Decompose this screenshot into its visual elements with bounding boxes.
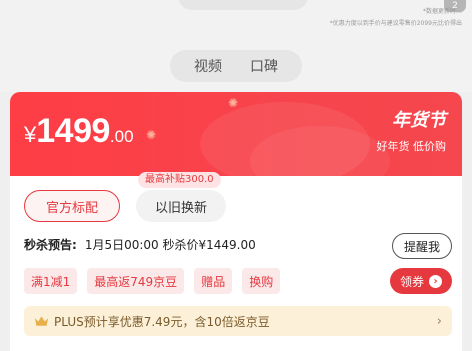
disclaimer-line-1: *数据更新时… xyxy=(422,8,462,15)
arrow-right-icon: › xyxy=(429,274,442,288)
official-config-chip[interactable]: 官方标配 xyxy=(24,190,120,222)
festival-subtitle: 好年货 低价购 xyxy=(376,140,447,153)
media-tabs: 视频 口碑 xyxy=(170,50,302,82)
product-price-card: ✺ ✺ ¥ 1499 .00 年货节 好年货 低价购 官方标配 以旧换新 最高补… xyxy=(10,92,462,351)
purchase-options: 官方标配 以旧换新 最高补贴300.0 秒杀预告: 1月5日00:00 秒杀价¥… xyxy=(10,172,462,351)
price-decimal: .00 xyxy=(109,127,134,146)
subsidy-badge: 最高补贴300.0 xyxy=(138,172,221,188)
flash-sale-preview: 秒杀预告: 1月5日00:00 秒杀价¥1449.00 xyxy=(24,232,380,256)
disclaimer-line-2: *优惠力度以到手价与建议零售价2099元比价得出 xyxy=(329,20,462,27)
top-handle xyxy=(178,0,308,10)
flash-sale-label: 秒杀预告: xyxy=(24,237,77,252)
promo-tag-discount[interactable]: 满1减1 xyxy=(24,268,78,294)
price-currency: ¥ xyxy=(24,122,37,147)
get-coupon-button[interactable]: 领券 › xyxy=(390,268,452,294)
price-banner: ✺ ✺ ¥ 1499 .00 年货节 好年货 低价购 xyxy=(10,92,462,196)
current-price: ¥ 1499 .00 xyxy=(24,112,134,151)
promo-tag-jingdou[interactable]: 最高返749京豆 xyxy=(87,268,185,294)
remind-me-button[interactable]: 提醒我 xyxy=(392,233,452,259)
festival-title: 年货节 xyxy=(392,110,446,131)
price-integer: 1499 xyxy=(36,112,110,150)
promo-tag-gift[interactable]: 赠品 xyxy=(194,268,233,294)
firework-icon: ✺ xyxy=(146,128,157,142)
chevron-right-icon: › xyxy=(436,313,442,329)
plus-offer-text: PLUS预计享优惠7.49元，含10倍返京豆 xyxy=(54,314,270,329)
top-area: 2 *数据更新时… *优惠力度以到手价与建议零售价2099元比价得出 视频 口碑 xyxy=(0,0,472,92)
flash-sale-text: 1月5日00:00 秒杀价¥1449.00 xyxy=(84,237,256,252)
tab-reviews[interactable]: 口碑 xyxy=(250,56,278,76)
trade-in-chip[interactable]: 以旧换新 xyxy=(136,190,226,222)
promo-tag-exchange[interactable]: 换购 xyxy=(242,268,281,294)
tab-video[interactable]: 视频 xyxy=(194,56,222,76)
festival-badge: 年货节 好年货 低价购 xyxy=(377,106,447,154)
coupon-label: 领券 xyxy=(399,274,424,289)
crown-icon xyxy=(34,316,49,326)
plus-member-offer[interactable]: PLUS预计享优惠7.49元，含10倍返京豆 › xyxy=(24,306,452,336)
disclaimer-notes: *数据更新时… *优惠力度以到手价与建议零售价2099元比价得出 xyxy=(330,6,462,30)
promo-tags: 满1减1 最高返749京豆 赠品 换购 xyxy=(24,268,281,294)
firework-icon: ✺ xyxy=(228,96,239,110)
